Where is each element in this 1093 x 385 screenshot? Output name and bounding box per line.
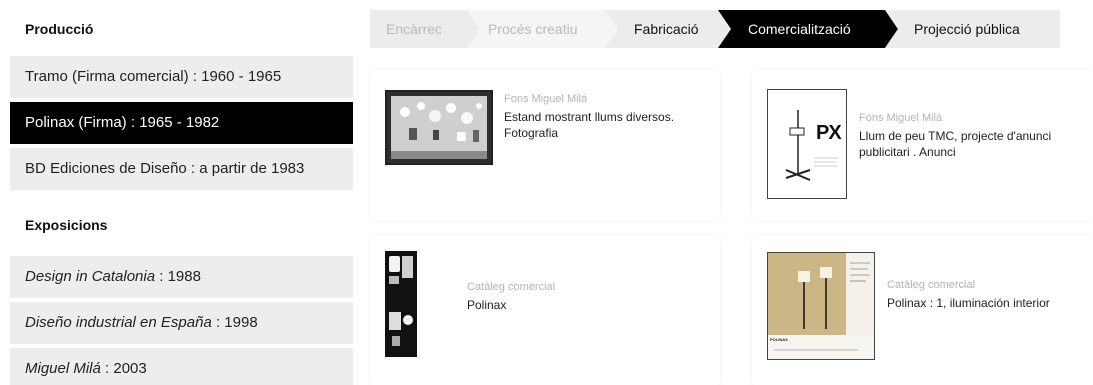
production-title: Producció — [25, 21, 94, 37]
sidebar: Producció Tramo (Firma comercial) : 1960… — [10, 0, 353, 385]
step-projeccio-publica[interactable]: Projecció pública — [898, 10, 1020, 48]
card-source: Fons Miguel Milá — [859, 112, 943, 124]
step-proces-creatiu[interactable]: Procés creatiu — [472, 10, 577, 48]
stand-photo-art — [391, 96, 487, 159]
card-description-line: publicitari . Anunci — [859, 145, 956, 159]
card-description-line: Polinax : 1, iluminación interior — [887, 296, 1050, 310]
sidebar-item-polinax[interactable]: Polinax (Firma) : 1965 - 1982 — [10, 102, 353, 144]
exhibitions-title: Exposicions — [25, 217, 108, 233]
px-logo: PX — [816, 122, 842, 144]
sidebar-item-diseno-industrial[interactable]: Diseño industrial en España : 1998 — [10, 302, 353, 344]
sidebar-item-suffix: : 1998 — [211, 314, 258, 331]
sidebar-item-tramo[interactable]: Tramo (Firma comercial) : 1960 - 1965 — [10, 56, 353, 98]
sidebar-item-suffix: : 1988 — [155, 268, 201, 285]
tmc-ad-image: PX — [767, 89, 847, 199]
sidebar-item-name: Polinax (Firma) — [25, 114, 127, 131]
polinax-catalog-art — [389, 256, 413, 346]
sidebar-item-suffix: : 1965 - 1982 — [126, 114, 220, 131]
card-estand[interactable]: Fons Miguel Milá Estand mostrant llums d… — [370, 70, 720, 220]
sidebar-item-name: Design in Catalonia — [25, 268, 156, 285]
card-polinax-iluminacion[interactable]: POLINAX Catàleg comercial Polinax : 1, i… — [752, 236, 1093, 385]
card-source: Catàleg comercial — [887, 279, 976, 291]
sidebar-item-design-in-catalonia[interactable]: Design in Catalonia : 1988 — [10, 256, 353, 298]
sidebar-item-bd-ediciones[interactable]: BD Ediciones de Diseño : a partir de 198… — [10, 148, 353, 190]
card-cataleg-polinax[interactable]: Catàleg comercial Polinax — [370, 236, 720, 385]
polinax-iluminacion-image: POLINAX — [767, 252, 875, 360]
card-description-line: Estand mostrant llums diversos. — [504, 110, 675, 124]
card-description-line: Fotografia — [504, 126, 559, 140]
sidebar-item-name: BD Ediciones de Diseño — [25, 160, 187, 177]
card-description: Polinax : 1, iluminación interior — [887, 295, 1087, 311]
step-fabricacio[interactable]: Fabricació — [618, 10, 699, 48]
stand-photo-image — [385, 90, 493, 165]
polinax-catalog-image — [385, 251, 417, 357]
card-description-line: Polinax — [467, 298, 507, 312]
card-llum-tmc[interactable]: PX Fons Miguel Milá Llum de peu TMC, pro… — [752, 70, 1093, 220]
step-encarrec[interactable]: Encàrrec — [370, 10, 442, 48]
polinax-iluminacion-art — [768, 253, 874, 359]
sidebar-item-name: Tramo (Firma comercial) — [25, 68, 189, 85]
card-description: Polinax — [467, 297, 687, 313]
sidebar-item-miguel-mila[interactable]: Miguel Milá : 2003 — [10, 348, 353, 385]
card-source: Fons Miguel Milá — [504, 93, 588, 105]
sidebar-item-suffix: : 1960 - 1965 — [188, 68, 282, 85]
card-source: Catàleg comercial — [467, 281, 556, 293]
card-description-line: Llum de peu TMC, projecte d'anunci — [859, 129, 1052, 143]
step-comercialitzacio[interactable]: Comercialització — [732, 10, 851, 48]
process-steps: Encàrrec Procés creatiu Fabricació Comer… — [370, 10, 1060, 48]
card-description: Llum de peu TMC, projecte d'anunci publi… — [859, 128, 1084, 160]
catalog-header: POLINAX — [770, 337, 788, 342]
sidebar-item-suffix: : 2003 — [100, 360, 147, 377]
sidebar-item-suffix: : a partir de 1983 — [186, 160, 305, 177]
sidebar-item-name: Miguel Milá — [25, 360, 101, 377]
card-description: Estand mostrant llums diversos. Fotograf… — [504, 109, 714, 141]
sidebar-item-name: Diseño industrial en España — [25, 314, 212, 331]
